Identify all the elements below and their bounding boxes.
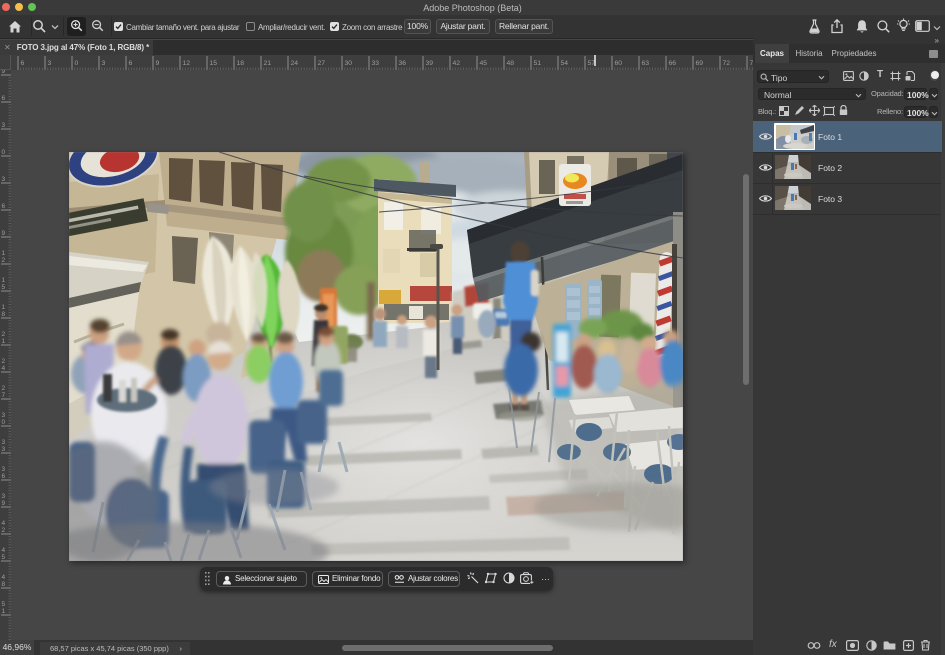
svg-text:51: 51 <box>534 60 542 67</box>
svg-text:6: 6 <box>129 60 133 67</box>
svg-text:3: 3 <box>2 439 6 446</box>
svg-text:66: 66 <box>669 60 677 67</box>
svg-text:69: 69 <box>696 60 704 67</box>
svg-text:0: 0 <box>2 419 6 426</box>
svg-text:0: 0 <box>75 60 79 67</box>
svg-text:33: 33 <box>372 60 380 67</box>
svg-text:4: 4 <box>2 547 6 554</box>
svg-text:2: 2 <box>2 358 6 365</box>
svg-text:1: 1 <box>2 250 6 257</box>
svg-text:6: 6 <box>2 203 6 210</box>
svg-text:1: 1 <box>2 608 6 615</box>
svg-text:18: 18 <box>237 60 245 67</box>
svg-text:72: 72 <box>723 60 731 67</box>
svg-text:1: 1 <box>2 304 6 311</box>
svg-text:5: 5 <box>2 601 6 608</box>
svg-text:21: 21 <box>264 60 272 67</box>
svg-text:2: 2 <box>2 331 6 338</box>
svg-text:60: 60 <box>615 60 623 67</box>
svg-text:0: 0 <box>2 149 6 156</box>
svg-text:48: 48 <box>507 60 515 67</box>
svg-text:5: 5 <box>2 284 6 291</box>
svg-text:4: 4 <box>2 520 6 527</box>
svg-text:4: 4 <box>2 365 6 372</box>
svg-text:24: 24 <box>291 60 299 67</box>
svg-text:30: 30 <box>345 60 353 67</box>
svg-text:3: 3 <box>2 122 6 129</box>
svg-text:6: 6 <box>2 95 6 102</box>
svg-text:9: 9 <box>2 500 6 507</box>
svg-text:3: 3 <box>48 60 52 67</box>
svg-text:12: 12 <box>183 60 191 67</box>
svg-text:3: 3 <box>2 412 6 419</box>
svg-text:39: 39 <box>426 60 434 67</box>
svg-text:7: 7 <box>2 392 6 399</box>
svg-text:9: 9 <box>2 70 6 75</box>
svg-text:6: 6 <box>21 60 25 67</box>
svg-text:2: 2 <box>2 527 6 534</box>
svg-text:2: 2 <box>2 257 6 264</box>
svg-text:4: 4 <box>2 574 6 581</box>
svg-text:9: 9 <box>2 230 6 237</box>
svg-text:5: 5 <box>2 554 6 561</box>
svg-text:9: 9 <box>156 60 160 67</box>
svg-text:15: 15 <box>210 60 218 67</box>
svg-text:3: 3 <box>2 176 6 183</box>
svg-text:8: 8 <box>2 311 6 318</box>
svg-text:1: 1 <box>2 277 6 284</box>
svg-text:3: 3 <box>2 466 6 473</box>
svg-text:57: 57 <box>588 60 596 67</box>
svg-text:6: 6 <box>2 473 6 480</box>
svg-text:3: 3 <box>2 446 6 453</box>
svg-text:54: 54 <box>561 60 569 67</box>
svg-text:8: 8 <box>2 581 6 588</box>
svg-text:27: 27 <box>318 60 326 67</box>
svg-text:63: 63 <box>642 60 650 67</box>
svg-text:42: 42 <box>453 60 461 67</box>
svg-text:3: 3 <box>102 60 106 67</box>
svg-text:36: 36 <box>399 60 407 67</box>
svg-text:45: 45 <box>480 60 488 67</box>
svg-text:2: 2 <box>2 385 6 392</box>
svg-text:1: 1 <box>2 338 6 345</box>
svg-text:3: 3 <box>2 493 6 500</box>
